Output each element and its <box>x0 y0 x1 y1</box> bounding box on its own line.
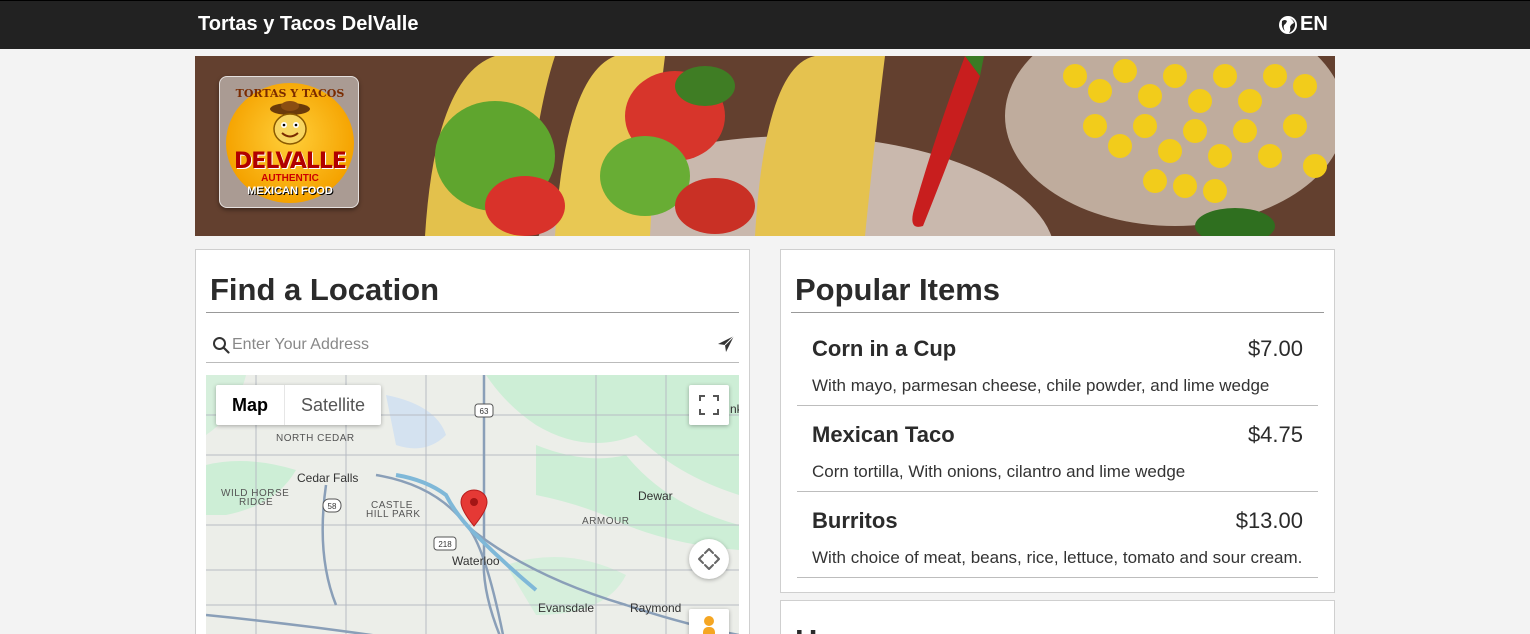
popular-items-title: Popular Items <box>795 272 1000 307</box>
menu-item-price: $4.75 <box>1247 422 1303 447</box>
menu-item-name: Corn in a Cup <box>812 336 957 361</box>
divider <box>791 312 1324 313</box>
route-63-label: 63 <box>480 407 489 416</box>
restaurant-logo: TORTAS Y TACOS DELVALLE AUTHENTIC MEXICA… <box>226 83 354 203</box>
hero-banner: TORTAS Y TACOS DELVALLE AUTHENTIC MEXICA… <box>195 56 1335 236</box>
hours-title: Hours <box>795 623 885 634</box>
fullscreen-button[interactable] <box>689 385 729 425</box>
top-navbar: Tortas y Tacos DelValle EN <box>0 0 1530 49</box>
menu-item-description: With choice of meat, beans, rice, lettuc… <box>812 548 1303 567</box>
map-type-map-button[interactable]: Map <box>216 385 284 425</box>
map-type-satellite-button[interactable]: Satellite <box>284 385 381 425</box>
logo-subtitle: AUTHENTIC <box>261 173 319 184</box>
globe-icon <box>1279 15 1297 34</box>
menu-item-price: $7.00 <box>1247 336 1303 361</box>
fullscreen-icon <box>699 395 719 415</box>
map-label: Cedar Falls <box>297 471 359 485</box>
brand-name[interactable]: Tortas y Tacos DelValle <box>198 13 418 36</box>
map-label: HILL PARK <box>366 509 421 520</box>
logo-card[interactable]: TORTAS Y TACOS DELVALLE AUTHENTIC MEXICA… <box>219 76 359 208</box>
language-label: EN <box>1300 13 1328 35</box>
map-label: ARMOUR <box>582 516 630 527</box>
menu-item-price: $13.00 <box>1235 508 1303 533</box>
map-label: Raymond <box>630 601 682 615</box>
menu-item-description: Corn tortilla, With onions, cilantro and… <box>812 462 1186 481</box>
map-label: Waterloo <box>452 554 500 568</box>
map-label: Dewar <box>638 489 673 503</box>
pan-control-button[interactable] <box>689 539 729 579</box>
hours-panel: Hours <box>780 600 1335 634</box>
map-pin-icon[interactable] <box>460 489 488 527</box>
menu-item-description: With mayo, parmesan cheese, chile powder… <box>812 376 1270 395</box>
logo-tagline: MEXICAN FOOD <box>247 185 333 197</box>
taco-mascot-icon <box>270 101 310 145</box>
find-location-title: Find a Location <box>210 272 440 307</box>
route-218-label: 218 <box>438 540 452 549</box>
pegman-icon <box>703 616 715 634</box>
location-map[interactable]: 63 58 218 NORTH CEDAR Cedar Falls WILD H… <box>206 375 739 634</box>
banner-food-image <box>195 56 1335 236</box>
map-type-toggle: Map Satellite <box>216 385 382 425</box>
menu-item[interactable]: Corn in a Cup $7.00 With mayo, parmesan … <box>797 320 1318 406</box>
menu-item-name: Burritos <box>812 508 898 533</box>
menu-item-name: Mexican Taco <box>812 422 955 447</box>
search-icon <box>213 337 230 354</box>
popular-items-panel: Popular Items Corn in a Cup $7.00 With m… <box>780 249 1335 593</box>
find-location-panel: Find a Location Enter Your Address 63 58… <box>195 249 750 634</box>
logo-name: DELVALLE <box>234 149 347 174</box>
address-input[interactable] <box>232 332 702 358</box>
language-selector[interactable]: EN <box>1278 13 1328 36</box>
route-58-label: 58 <box>328 502 337 511</box>
logo-top-text: TORTAS Y TACOS <box>235 87 345 100</box>
street-view-button[interactable] <box>689 609 729 634</box>
popular-items-list: Corn in a Cup $7.00 With mayo, parmesan … <box>797 320 1318 578</box>
address-search <box>206 328 739 363</box>
map-label: nk <box>730 402 739 416</box>
menu-item[interactable]: Mexican Taco $4.75 Corn tortilla, With o… <box>797 406 1318 492</box>
menu-item[interactable]: Burritos $13.00 With choice of meat, bea… <box>797 492 1318 578</box>
map-label: RIDGE <box>239 497 274 508</box>
divider <box>206 312 739 313</box>
pan-arrows-icon <box>698 548 720 570</box>
send-icon[interactable] <box>717 335 735 353</box>
map-label: Evansdale <box>538 601 595 615</box>
map-label: NORTH CEDAR <box>276 433 355 444</box>
